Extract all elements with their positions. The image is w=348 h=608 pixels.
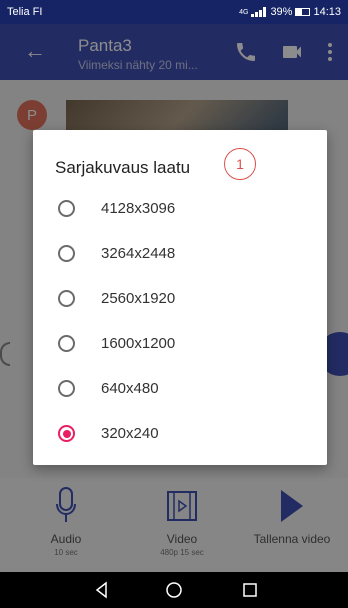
radio-button[interactable] bbox=[58, 290, 75, 307]
carrier-label: Telia FI bbox=[7, 6, 43, 18]
radio-button[interactable] bbox=[58, 200, 75, 217]
home-nav-icon[interactable] bbox=[164, 580, 184, 600]
signal-icon bbox=[251, 7, 267, 17]
radio-button-selected[interactable] bbox=[58, 425, 75, 442]
option-320x240[interactable]: 320x240 bbox=[33, 412, 327, 456]
option-label: 2560x1920 bbox=[101, 290, 176, 307]
step-number-badge: 1 bbox=[224, 148, 256, 180]
status-bar: Telia FI 4G 39% 14:13 bbox=[0, 0, 348, 24]
quality-dialog: Sarjakuvaus laatu 1 4128x3096 3264x2448 … bbox=[33, 130, 327, 465]
option-3264x2448[interactable]: 3264x2448 bbox=[33, 232, 327, 276]
option-label: 1600x1200 bbox=[101, 335, 176, 352]
option-label: 320x240 bbox=[101, 425, 159, 442]
option-4128x3096[interactable]: 4128x3096 bbox=[33, 187, 327, 231]
radio-button[interactable] bbox=[58, 335, 75, 352]
system-nav-bar bbox=[0, 572, 348, 608]
battery-icon bbox=[295, 8, 311, 16]
option-1600x1200[interactable]: 1600x1200 bbox=[33, 322, 327, 366]
dialog-title: Sarjakuvaus laatu bbox=[55, 158, 191, 177]
back-nav-icon[interactable] bbox=[92, 580, 112, 600]
option-label: 640x480 bbox=[101, 380, 159, 397]
battery-percent: 39% bbox=[270, 6, 293, 18]
option-2560x1920[interactable]: 2560x1920 bbox=[33, 277, 327, 321]
radio-button[interactable] bbox=[58, 380, 75, 397]
network-type: 4G bbox=[239, 8, 249, 16]
option-label: 4128x3096 bbox=[101, 200, 176, 217]
recents-nav-icon[interactable] bbox=[240, 580, 260, 600]
clock: 14:13 bbox=[313, 6, 341, 18]
option-640x480[interactable]: 640x480 bbox=[33, 367, 327, 411]
status-indicators: 4G 39% 14:13 bbox=[239, 6, 341, 18]
radio-button[interactable] bbox=[58, 245, 75, 262]
option-label: 3264x2448 bbox=[101, 245, 176, 262]
